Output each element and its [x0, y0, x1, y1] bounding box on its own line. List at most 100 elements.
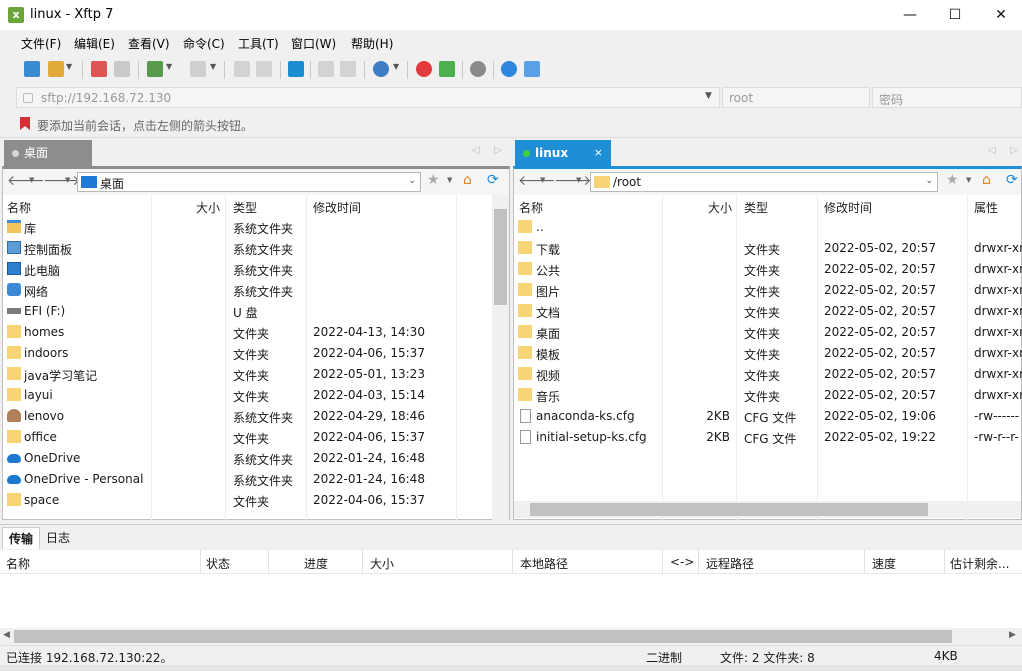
file-row[interactable]: 控制面板 系统文件夹: [3, 238, 509, 259]
tab-log[interactable]: 日志: [40, 527, 76, 549]
file-row[interactable]: space 文件夹 2022-04-06, 15:37: [3, 490, 509, 511]
chevron-down-icon[interactable]: ▼: [705, 91, 712, 101]
file-row[interactable]: ..: [514, 217, 1021, 238]
tab-next-icon[interactable]: ▷: [494, 145, 502, 156]
copy-icon[interactable]: [234, 61, 250, 77]
file-row[interactable]: 视频 文件夹 2022-05-02, 20:57 drwxr-xr: [514, 364, 1022, 385]
refresh-icon[interactable]: ⟳: [1006, 172, 1018, 188]
menu-view[interactable]: 查看(V): [128, 35, 170, 52]
file-row[interactable]: OneDrive 系统文件夹 2022-01-24, 16:48: [3, 448, 509, 469]
file-row[interactable]: 桌面 文件夹 2022-05-02, 20:57 drwxr-xr: [514, 322, 1022, 343]
forward-dropdown-icon[interactable]: ▼: [576, 176, 581, 184]
file-row[interactable]: java学习笔记 文件夹 2022-05-01, 13:23: [3, 364, 509, 385]
maximize-button[interactable]: ☐: [932, 0, 978, 30]
xcol-status[interactable]: 状态: [206, 555, 230, 572]
reconnect-icon[interactable]: [114, 61, 130, 77]
file-row[interactable]: OneDrive - Personal 系统文件夹 2022-01-24, 16:4…: [3, 469, 509, 490]
file-row[interactable]: homes 文件夹 2022-04-13, 14:30: [3, 322, 509, 343]
username-input[interactable]: root: [722, 87, 870, 108]
refresh-icon[interactable]: ⟳: [487, 172, 499, 188]
tab-remote-linux[interactable]: linux ×: [515, 140, 611, 166]
xcol-speed[interactable]: 速度: [872, 555, 896, 572]
xcol-eta[interactable]: 估计剩余...: [950, 555, 1009, 572]
col-name[interactable]: 名称: [7, 199, 31, 216]
col-type[interactable]: 类型: [233, 199, 257, 216]
remote-horizontal-scrollbar[interactable]: [514, 501, 1021, 518]
local-path-combo[interactable]: 桌面 ⌄: [77, 172, 421, 192]
minimize-button[interactable]: —: [887, 0, 933, 30]
xshell-icon[interactable]: [416, 61, 432, 77]
forward-arrow-icon[interactable]: 🡒: [554, 172, 592, 189]
move-icon[interactable]: [318, 61, 334, 77]
transfer-dropdown-icon[interactable]: ▼: [210, 62, 216, 71]
chevron-down-icon[interactable]: ⌄: [925, 176, 933, 186]
host-input[interactable]: sftp://192.168.72.130 ▼: [16, 87, 720, 108]
close-button[interactable]: ✕: [978, 0, 1022, 30]
xcol-local-path[interactable]: 本地路径: [520, 555, 568, 572]
chevron-down-icon[interactable]: ⌄: [408, 176, 416, 186]
xcol-progress[interactable]: 进度: [304, 555, 328, 572]
transfer-icon[interactable]: [190, 61, 206, 77]
menu-file[interactable]: 文件(F): [21, 35, 61, 52]
local-vertical-scrollbar[interactable]: [492, 195, 509, 521]
forward-arrow-icon[interactable]: 🡒: [43, 172, 81, 189]
paste-icon[interactable]: [256, 61, 272, 77]
home-icon[interactable]: ⌂: [982, 172, 991, 188]
sync-icon[interactable]: [288, 61, 304, 77]
file-row[interactable]: 模板 文件夹 2022-05-02, 20:57 drwxr-xr: [514, 343, 1022, 364]
favorite-star-icon[interactable]: ★: [427, 172, 440, 188]
scroll-right-icon[interactable]: ▶: [1009, 630, 1016, 640]
file-row[interactable]: 网络 系统文件夹: [3, 280, 509, 301]
disconnect-icon[interactable]: [91, 61, 107, 77]
col-name[interactable]: 名称: [519, 199, 543, 216]
remote-path-combo[interactable]: /root ⌄: [590, 172, 938, 192]
back-dropdown-icon[interactable]: ▼: [540, 176, 545, 184]
col-attributes[interactable]: 属性: [974, 199, 998, 216]
file-row[interactable]: lenovo 系统文件夹 2022-04-29, 18:46: [3, 406, 509, 427]
menu-edit[interactable]: 编辑(E): [74, 35, 115, 52]
open-dropdown-icon[interactable]: ▼: [66, 62, 72, 71]
file-row[interactable]: 图片 文件夹 2022-05-02, 20:57 drwxr-xr: [514, 280, 1022, 301]
file-row[interactable]: initial-setup-ks.cfg 2KB CFG 文件 2022-05-02,…: [514, 427, 1021, 448]
chat-icon[interactable]: [524, 61, 540, 77]
file-row[interactable]: 公共 文件夹 2022-05-02, 20:57 drwxr-xr: [514, 259, 1022, 280]
scroll-left-icon[interactable]: ◀: [3, 630, 10, 640]
file-row[interactable]: 文档 文件夹 2022-05-02, 20:57 drwxr-xr: [514, 301, 1022, 322]
xcol-direction[interactable]: <->: [670, 555, 694, 569]
back-arrow-icon[interactable]: 🡐: [7, 172, 45, 189]
xftp-icon[interactable]: [439, 61, 455, 77]
encoding-dropdown-icon[interactable]: ▼: [393, 62, 399, 71]
file-row[interactable]: layui 文件夹 2022-04-03, 15:14: [3, 385, 509, 406]
home-icon[interactable]: ⌂: [463, 172, 472, 188]
file-row[interactable]: indoors 文件夹 2022-04-06, 15:37: [3, 343, 509, 364]
menu-window[interactable]: 窗口(W): [291, 35, 336, 52]
transfer-horizontal-scrollbar[interactable]: ◀ ▶: [0, 628, 1022, 645]
bookmark-icon[interactable]: [20, 117, 30, 130]
globe-icon[interactable]: [373, 61, 389, 77]
col-size[interactable]: 大小: [708, 199, 732, 216]
scroll-thumb[interactable]: [530, 503, 928, 516]
file-row[interactable]: 此电脑 系统文件夹: [3, 259, 509, 280]
tab-close-icon[interactable]: ×: [594, 140, 603, 166]
password-input[interactable]: 密码: [872, 87, 1022, 108]
file-row[interactable]: office 文件夹 2022-04-06, 15:37: [3, 427, 509, 448]
file-row[interactable]: 音乐 文件夹 2022-05-02, 20:57 drwxr-xr: [514, 385, 1022, 406]
menu-tools[interactable]: 工具(T): [238, 35, 279, 52]
back-dropdown-icon[interactable]: ▼: [29, 176, 34, 184]
new-session-icon[interactable]: [24, 61, 40, 77]
col-type[interactable]: 类型: [744, 199, 768, 216]
xcol-name[interactable]: 名称: [6, 555, 30, 572]
file-row[interactable]: 库 系统文件夹: [3, 217, 509, 238]
favorite-dropdown-icon[interactable]: ▼: [966, 176, 971, 184]
menu-help[interactable]: 帮助(H): [351, 35, 393, 52]
file-row[interactable]: anaconda-ks.cfg 2KB CFG 文件 2022-05-02, 19:0…: [514, 406, 1021, 427]
scroll-thumb[interactable]: [494, 209, 507, 305]
file-row[interactable]: EFI (F:) U 盘: [3, 301, 509, 322]
menu-command[interactable]: 命令(C): [183, 35, 225, 52]
back-arrow-icon[interactable]: 🡐: [518, 172, 556, 189]
xcol-remote-path[interactable]: 远程路径: [706, 555, 754, 572]
tab-transfer[interactable]: 传输: [2, 527, 41, 549]
help-icon[interactable]: [501, 61, 517, 77]
col-modified[interactable]: 修改时间: [313, 199, 361, 216]
tab-prev-icon[interactable]: ◁: [988, 145, 996, 156]
